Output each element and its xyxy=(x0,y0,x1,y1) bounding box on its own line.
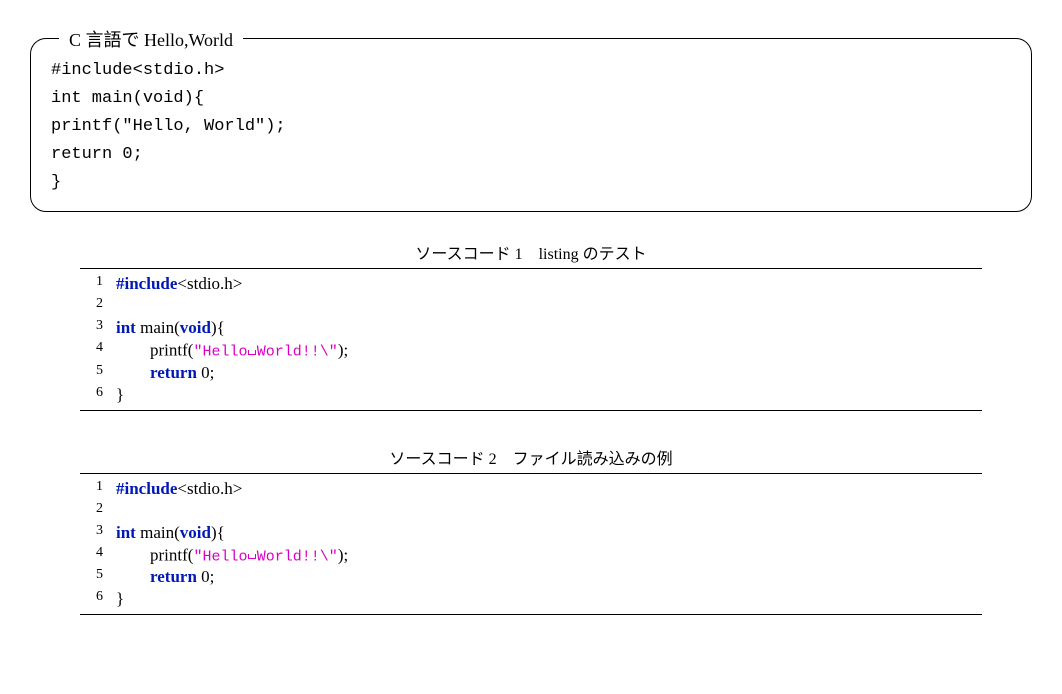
listing-row: 1#include<stdio.h> xyxy=(80,478,349,500)
preprocessor-token: #include xyxy=(116,274,177,293)
listing-caption: ソースコード 2 ファイル読み込みの例 xyxy=(80,441,982,473)
listing-caption-prefix: ソースコード 2 xyxy=(389,451,496,468)
text-token: main( xyxy=(136,523,180,542)
code-line: } xyxy=(51,173,61,192)
listing-caption-title: ファイル読み込みの例 xyxy=(513,451,673,468)
listing-row: 4 printf("Hello World!!\"); xyxy=(80,544,349,566)
line-number: 4 xyxy=(80,544,115,566)
line-number: 1 xyxy=(80,273,115,295)
visible-space-icon xyxy=(247,545,256,560)
string-token: "Hello xyxy=(193,344,247,361)
code-line: #include<stdio.h> xyxy=(51,61,224,80)
listing-row: 4 printf("Hello World!!\"); xyxy=(80,339,349,361)
code-line: int main(void){ xyxy=(115,317,349,339)
text-token: ); xyxy=(338,545,348,564)
listing-caption-prefix: ソースコード 1 xyxy=(415,246,522,263)
code-line: return 0; xyxy=(115,362,349,384)
keyword-token: void xyxy=(180,318,211,337)
line-number: 6 xyxy=(80,588,115,610)
text-token xyxy=(116,567,150,586)
code-line: #include<stdio.h> xyxy=(115,273,349,295)
text-token: main( xyxy=(136,318,180,337)
text-token: } xyxy=(116,385,124,404)
listing-row: 6} xyxy=(80,588,349,610)
listing-row: 6} xyxy=(80,384,349,406)
listing-table: 1#include<stdio.h>2 3int main(void){4 pr… xyxy=(80,478,349,610)
line-number: 2 xyxy=(80,500,115,522)
code-line: printf("Hello World!!\"); xyxy=(115,544,349,566)
keyword-token: int xyxy=(116,318,136,337)
code-line: return 0; xyxy=(51,145,143,164)
line-number: 5 xyxy=(80,362,115,384)
text-token: 0; xyxy=(197,363,214,382)
text-token: printf( xyxy=(116,545,193,564)
code-line: return 0; xyxy=(115,566,349,588)
keyword-token: return xyxy=(150,567,197,586)
listing-caption: ソースコード 1 listing のテスト xyxy=(80,236,982,268)
code-box-content: #include<stdio.h> int main(void){ printf… xyxy=(51,57,1011,197)
listing: ソースコード 2 ファイル読み込みの例1#include<stdio.h>2 3… xyxy=(80,441,982,615)
listing-row: 5 return 0; xyxy=(80,362,349,384)
line-number: 3 xyxy=(80,522,115,544)
line-number: 1 xyxy=(80,478,115,500)
text-token xyxy=(116,363,150,382)
text-token: printf( xyxy=(116,341,193,360)
code-box: C 言語で Hello,World #include<stdio.h> int … xyxy=(30,38,1032,212)
string-token: World!!\" xyxy=(257,548,338,565)
code-line: int main(void){ xyxy=(51,89,204,108)
listing: ソースコード 1 listing のテスト1#include<stdio.h>2… xyxy=(80,236,982,410)
string-token: "Hello xyxy=(193,548,247,565)
string-token: World!!\" xyxy=(257,344,338,361)
code-line: } xyxy=(115,588,349,610)
listing-row: 1#include<stdio.h> xyxy=(80,273,349,295)
text-token: 0; xyxy=(197,567,214,586)
listing-row: 3int main(void){ xyxy=(80,317,349,339)
text-token: <stdio.h> xyxy=(177,274,242,293)
code-box-title: C 言語で Hello,World xyxy=(59,26,243,52)
listings-container: ソースコード 1 listing のテスト1#include<stdio.h>2… xyxy=(30,236,1032,615)
line-number: 3 xyxy=(80,317,115,339)
keyword-token: return xyxy=(150,363,197,382)
text-token: ){ xyxy=(211,318,225,337)
listing-row: 2 xyxy=(80,500,349,522)
visible-space-icon xyxy=(247,340,256,355)
text-token: } xyxy=(116,589,124,608)
code-line xyxy=(115,295,349,317)
text-token: <stdio.h> xyxy=(177,479,242,498)
code-line: printf("Hello, World"); xyxy=(51,117,286,136)
code-line xyxy=(115,500,349,522)
listing-row: 2 xyxy=(80,295,349,317)
text-token: ); xyxy=(338,341,348,360)
code-line: printf("Hello World!!\"); xyxy=(115,339,349,361)
keyword-token: int xyxy=(116,523,136,542)
listing-table: 1#include<stdio.h>2 3int main(void){4 pr… xyxy=(80,273,349,405)
text-token: ){ xyxy=(211,523,225,542)
code-line: #include<stdio.h> xyxy=(115,478,349,500)
listing-row: 5 return 0; xyxy=(80,566,349,588)
code-line: } xyxy=(115,384,349,406)
listing-caption-title: listing のテスト xyxy=(539,246,647,263)
line-number: 6 xyxy=(80,384,115,406)
line-number: 5 xyxy=(80,566,115,588)
preprocessor-token: #include xyxy=(116,479,177,498)
listing-body: 1#include<stdio.h>2 3int main(void){4 pr… xyxy=(80,473,982,615)
listing-body: 1#include<stdio.h>2 3int main(void){4 pr… xyxy=(80,268,982,410)
line-number: 2 xyxy=(80,295,115,317)
line-number: 4 xyxy=(80,339,115,361)
listing-row: 3int main(void){ xyxy=(80,522,349,544)
keyword-token: void xyxy=(180,523,211,542)
code-line: int main(void){ xyxy=(115,522,349,544)
